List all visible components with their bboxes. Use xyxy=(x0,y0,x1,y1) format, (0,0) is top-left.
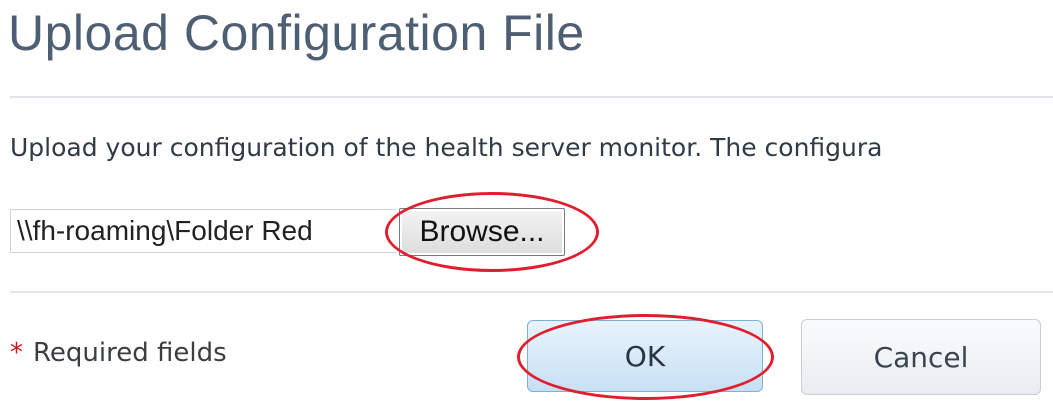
required-asterisk: * xyxy=(10,338,23,368)
required-fields-note: * Required fields xyxy=(10,338,227,368)
footer-divider xyxy=(10,291,1053,293)
file-path-field[interactable]: \\fh-roaming\Folder Red xyxy=(10,209,396,253)
dialog-description: Upload your configuration of the health … xyxy=(10,133,883,162)
cancel-button[interactable]: Cancel xyxy=(801,319,1041,395)
dialog-title: Upload Configuration File xyxy=(8,5,585,61)
ok-button[interactable]: OK xyxy=(527,320,763,392)
required-fields-label: Required fields xyxy=(33,338,227,368)
browse-button[interactable]: Browse... xyxy=(399,208,565,256)
title-divider xyxy=(10,96,1053,98)
